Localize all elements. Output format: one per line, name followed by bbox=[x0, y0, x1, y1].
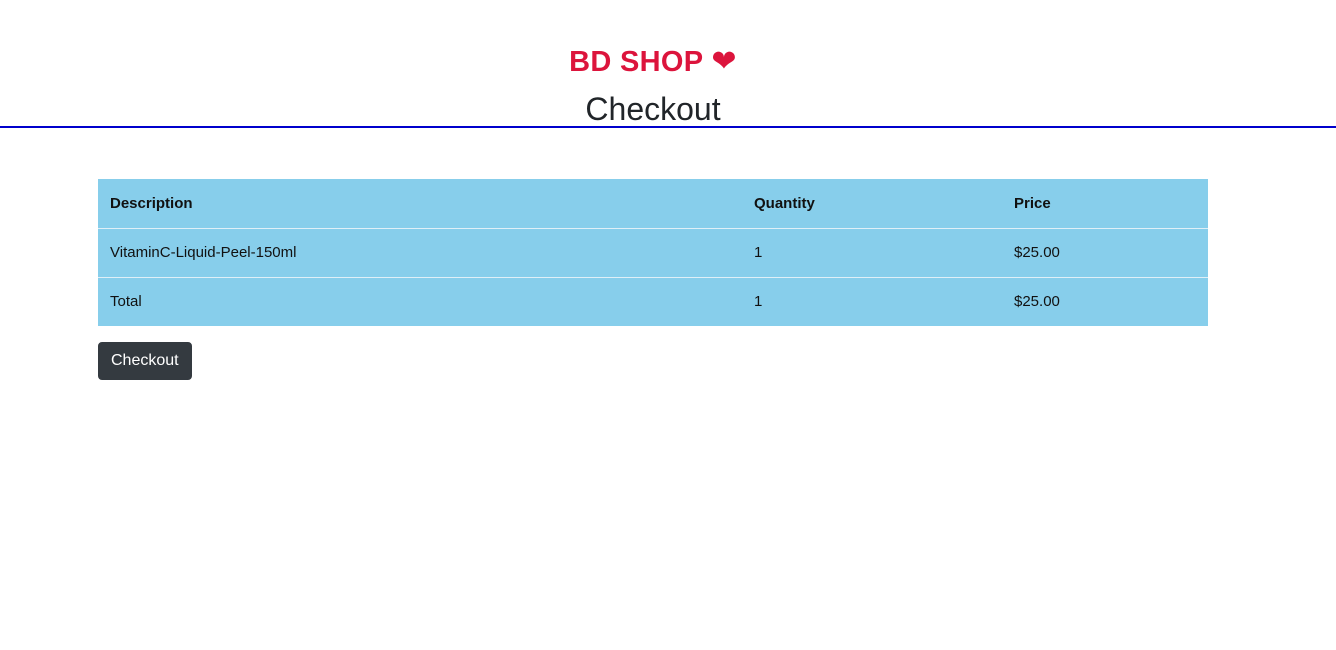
checkout-button[interactable]: Checkout bbox=[98, 342, 192, 380]
item-description: VitaminC-Liquid-Peel-150ml bbox=[98, 227, 742, 277]
cart-table: Description Quantity Price VitaminC-Liqu… bbox=[98, 179, 1208, 326]
table-header-row: Description Quantity Price bbox=[98, 179, 1208, 228]
item-quantity: 1 bbox=[742, 227, 1002, 277]
column-header-price: Price bbox=[1014, 194, 1051, 212]
total-quantity: 1 bbox=[742, 276, 1002, 326]
brand-logo[interactable]: BD SHOP ❤ bbox=[0, 44, 1306, 80]
column-header-quantity: Quantity bbox=[754, 194, 815, 212]
heart-icon: ❤ bbox=[711, 45, 737, 78]
total-price: $25.00 bbox=[1002, 276, 1208, 326]
item-price: $25.00 bbox=[1002, 227, 1208, 277]
brand-name: BD SHOP bbox=[569, 46, 704, 78]
page-title: Checkout bbox=[585, 91, 721, 127]
checkout-content: Description Quantity Price VitaminC-Liqu… bbox=[98, 179, 1208, 380]
total-row: Total 1 $25.00 bbox=[98, 276, 1208, 326]
total-label: Total bbox=[98, 276, 742, 326]
page-header: BD SHOP ❤ Checkout bbox=[0, 0, 1336, 128]
column-header-description: Description bbox=[110, 194, 193, 212]
table-row: VitaminC-Liquid-Peel-150ml 1 $25.00 bbox=[98, 227, 1208, 277]
